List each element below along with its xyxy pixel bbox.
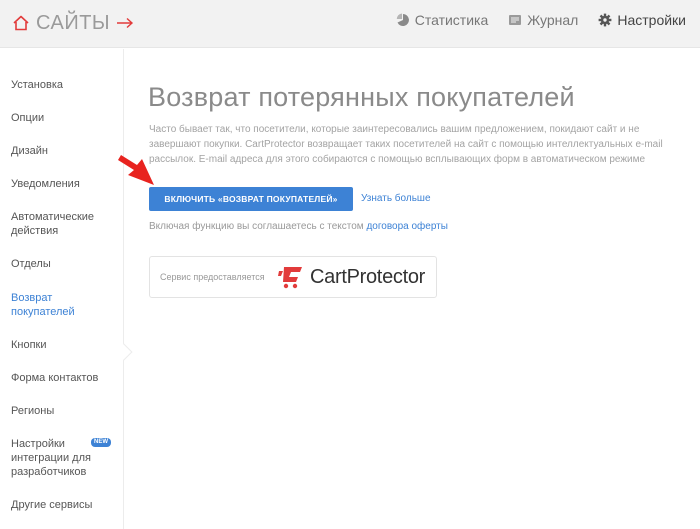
gear-icon: [598, 13, 612, 27]
sidebar-item-other-services[interactable]: Другие сервисы: [11, 498, 116, 512]
page-description: Часто бывает так, что посетители, которы…: [149, 124, 663, 165]
sites-brand-link[interactable]: САЙТЫ: [12, 10, 134, 36]
main-content: Возврат потерянных покупателей Часто быв…: [124, 49, 700, 529]
enable-customer-return-button[interactable]: ВКЛЮЧИТЬ «ВОЗВРАТ ПОКУПАТЕЛЕЙ»: [149, 187, 353, 211]
sidebar-item-customer-return[interactable]: Возврат покупателей: [11, 291, 81, 319]
learn-more-link[interactable]: Узнать больше: [361, 193, 431, 204]
journal-icon: [509, 15, 522, 25]
sidebar-item-options[interactable]: Опции: [11, 111, 116, 125]
arrow-right-icon: [117, 17, 134, 29]
page-title: Возврат потерянных покупателей: [148, 82, 575, 112]
offer-agreement-link[interactable]: договора оферты: [366, 221, 448, 232]
cartprotector-logo-icon: [278, 267, 302, 289]
sidebar-item-regions[interactable]: Регионы: [11, 404, 116, 418]
nav-journal-label: Журнал: [527, 12, 579, 28]
sidebar-item-auto-actions[interactable]: Автоматические действия: [11, 210, 101, 238]
nav-statistics[interactable]: Статистика: [396, 12, 489, 28]
red-arrow-annotation: [118, 155, 154, 185]
pie-chart-icon: [396, 13, 409, 26]
agreement-line: Включая функцию вы соглашаетесь с тексто…: [149, 221, 448, 232]
provider-box: Сервис предоставляется CartProtector: [149, 256, 437, 298]
agreement-text: Включая функцию вы соглашаетесь с тексто…: [149, 221, 364, 232]
provider-label: Сервис предоставляется: [160, 272, 265, 282]
home-icon: [13, 15, 29, 31]
cartprotector-logo: CartProtector: [278, 265, 425, 289]
top-nav: Статистика Журнал Настройки: [376, 0, 686, 40]
sidebar-item-contact-form[interactable]: Форма контактов: [11, 371, 116, 385]
sidebar-item-install[interactable]: Установка: [11, 78, 116, 92]
brand-title: САЙТЫ: [36, 11, 111, 34]
settings-sidebar: Установка Опции Дизайн Уведомления Автом…: [0, 49, 133, 529]
sidebar-item-departments[interactable]: Отделы: [11, 257, 116, 271]
nav-settings[interactable]: Настройки: [598, 12, 686, 28]
nav-settings-label: Настройки: [617, 12, 686, 28]
nav-journal[interactable]: Журнал: [508, 12, 578, 28]
provider-name: CartProtector: [310, 265, 426, 288]
top-bar: САЙТЫ Статистика Журнал Настройки: [0, 0, 700, 48]
sidebar-item-design[interactable]: Дизайн: [11, 144, 116, 158]
new-badge: NEW: [91, 438, 111, 447]
nav-statistics-label: Статистика: [414, 12, 489, 28]
sidebar-item-buttons[interactable]: Кнопки: [11, 338, 116, 352]
sidebar-item-notifications[interactable]: Уведомления: [11, 177, 116, 191]
